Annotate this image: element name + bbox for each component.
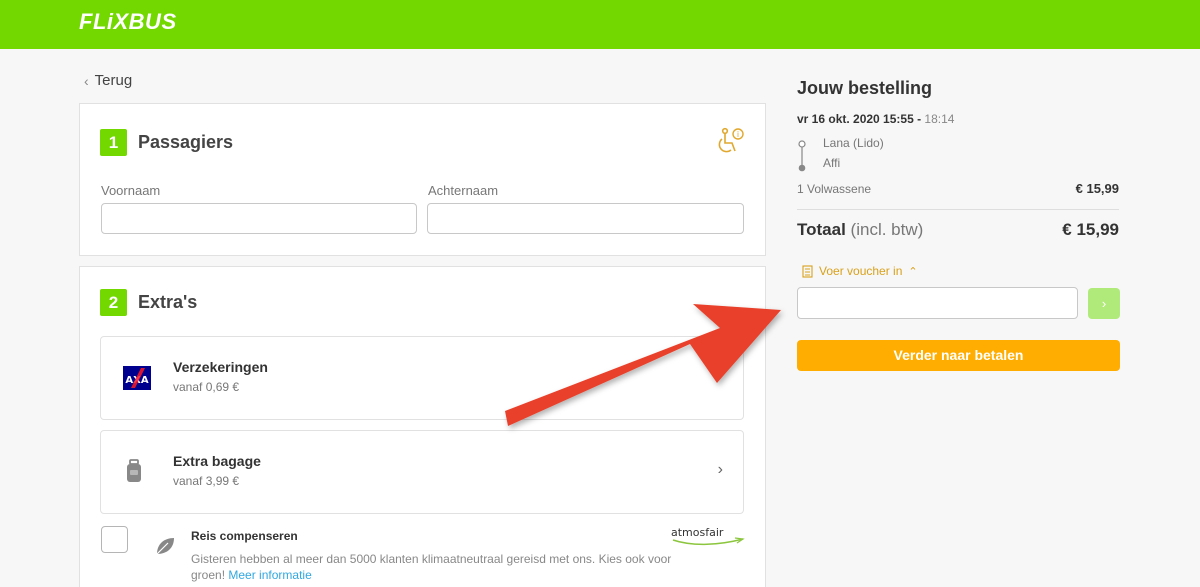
passenger-price: € 15,99	[1075, 181, 1119, 196]
atmosfair-swoosh-icon	[672, 537, 745, 546]
destination-stop: Affi	[823, 156, 841, 170]
svg-text:i: i	[737, 130, 739, 139]
compensation-title: Reis compenseren	[191, 529, 298, 543]
chevron-left-icon: ‹	[84, 72, 89, 89]
option-price: vanaf 3,99 €	[173, 474, 240, 488]
option-price: vanaf 0,69 €	[173, 380, 240, 394]
leaf-icon	[156, 538, 174, 555]
insurance-option[interactable]: AXA Verzekeringen vanaf 0,69 € ›	[100, 336, 744, 420]
flixbus-logo[interactable]: FLiXBUS	[79, 9, 177, 35]
voucher-toggle[interactable]: Voer voucher in ⌃	[802, 264, 918, 278]
passenger-count: 1 Volwassene	[797, 182, 872, 196]
voucher-icon	[802, 264, 813, 278]
passenger-price-row: 1 Volwassene € 15,99	[797, 181, 1119, 196]
wheelchair-info-icon[interactable]: i	[714, 126, 746, 158]
compensation-checkbox[interactable]	[101, 526, 128, 553]
route-line-icon	[798, 140, 806, 172]
vat-note: (incl. btw)	[850, 220, 924, 239]
option-title: Extra bagage	[173, 453, 261, 469]
last-name-input[interactable]	[427, 203, 744, 234]
section-title: Extra's	[138, 292, 198, 312]
origin-stop: Lana (Lido)	[823, 136, 884, 150]
axa-logo-icon: AXA	[123, 366, 151, 390]
last-name-label: Achternaam	[428, 183, 499, 198]
extras-card: 2 Extra's AXA Verzekeringen vanaf 0,69 €…	[79, 266, 766, 587]
chevron-up-icon: ⌃	[908, 265, 918, 278]
time-separator: -	[913, 112, 925, 126]
top-bar: FLiXBUS	[0, 0, 1200, 49]
extra-baggage-option[interactable]: Extra bagage vanaf 3,99 € ›	[100, 430, 744, 514]
trip-date: vr 16 okt. 2020 15:55 - 18:14	[797, 112, 954, 126]
step-badge: 1	[100, 129, 127, 156]
step-badge: 2	[100, 289, 127, 316]
compensation-text: Gisteren hebben al meer dan 5000 klanten…	[191, 551, 691, 583]
first-name-label: Voornaam	[101, 183, 161, 198]
arrival-time: 18:14	[924, 112, 955, 126]
more-info-link[interactable]: Meer informatie	[228, 568, 311, 582]
order-title: Jouw bestelling	[797, 78, 933, 98]
section-title: Passagiers	[138, 132, 234, 152]
voucher-label: Voer voucher in	[819, 264, 903, 278]
total-amount: € 15,99	[1062, 220, 1119, 239]
continue-to-payment-button[interactable]: Verder naar betalen	[797, 340, 1120, 371]
chevron-right-icon: ›	[717, 461, 723, 478]
total-row: Totaal (incl. btw) € 15,99	[797, 220, 1119, 240]
voucher-input[interactable]	[797, 287, 1078, 319]
backpack-icon	[127, 459, 141, 482]
total-label: Totaal (incl. btw)	[797, 220, 923, 240]
first-name-input[interactable]	[101, 203, 417, 234]
departure-datetime: vr 16 okt. 2020 15:55	[797, 112, 914, 126]
back-label: Terug	[94, 72, 133, 89]
voucher-submit-button[interactable]: ›	[1088, 288, 1120, 319]
divider	[797, 209, 1119, 210]
passengers-card: 1 Passagiers i Voornaam Achternaam	[79, 103, 766, 256]
option-title: Verzekeringen	[173, 359, 268, 375]
back-link[interactable]: ‹ Terug	[84, 72, 132, 89]
total-word: Totaal	[797, 220, 846, 239]
chevron-right-icon: ›	[717, 367, 723, 384]
